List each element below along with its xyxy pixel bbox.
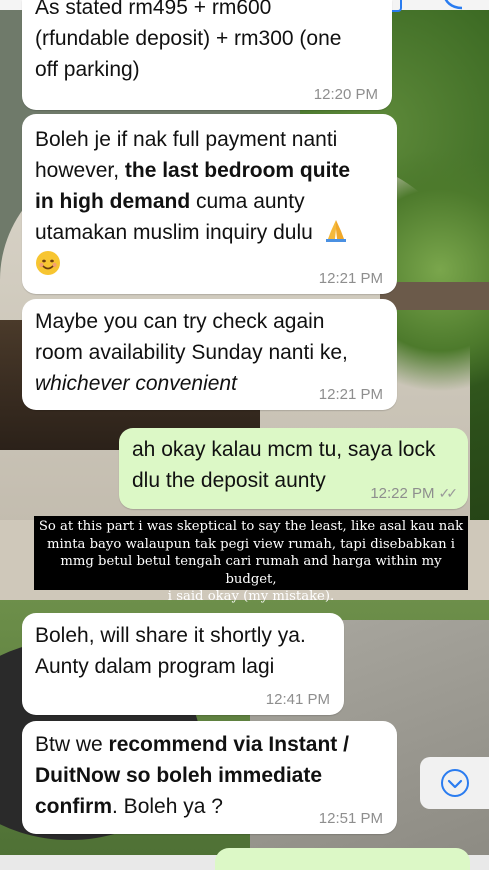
message-text-line: Aunty dalam program lagi <box>35 655 275 678</box>
message-text-line: Btw we recommend via Instant / <box>35 729 383 760</box>
message-text-line: ah okay kalau mcm tu, saya lock <box>132 438 436 461</box>
message-timestamp: 12:41 PM <box>265 691 330 708</box>
caption-overlay: So at this part i was skeptical to say t… <box>34 516 468 604</box>
message-timestamp: 12:21 PM <box>318 386 383 403</box>
message-text-line: off parking) <box>35 58 140 81</box>
message-text-line: in high demand cuma aunty <box>35 186 383 217</box>
message-bubble-incoming[interactable]: Boleh je if nak full payment nanti howev… <box>22 114 397 294</box>
message-text: . Boleh ya ? <box>112 795 223 818</box>
folded-hands-emoji <box>325 220 346 242</box>
message-text: cuma aunty <box>190 190 305 213</box>
message-text-bold: recommend via Instant / <box>108 733 349 756</box>
message-bubble-incoming[interactable]: Boleh, will share it shortly ya. Aunty d… <box>22 613 344 715</box>
caption-line: i said okay (my mistake). <box>167 589 335 604</box>
caption-line: mmg betul betul tengah cari rumah and ha… <box>60 554 442 587</box>
message-text-bold: DuitNow so boleh immediate <box>35 764 323 787</box>
message-text-bold: in high demand <box>35 190 191 213</box>
message-timestamp: 12:21 PM <box>318 270 383 287</box>
message-text-line: Maybe you can try check again <box>35 310 325 333</box>
message-timestamp-status: 12:22 PM ✓✓ <box>370 484 459 503</box>
message-text-line: (rfundable deposit) + rm300 (one <box>35 27 342 50</box>
message-text-bold: confirm <box>35 795 113 818</box>
message-timestamp: 12:20 PM <box>313 86 378 103</box>
message-text-bold: the last bedroom quite <box>124 159 351 182</box>
message-bubble-incoming[interactable]: Btw we recommend via Instant / DuitNow s… <box>22 721 397 834</box>
phone-call-icon[interactable] <box>440 0 466 10</box>
caption-line: minta bayo walaupun tak pegi view rumah,… <box>47 536 455 552</box>
message-text-line: room availability Sunday nanti ke, <box>35 341 348 364</box>
message-text: Btw we <box>35 733 109 756</box>
message-text-line: utamakan muslim inquiry dulu <box>35 217 383 248</box>
message-timestamp: 12:22 PM <box>370 485 435 502</box>
chevron-down-icon <box>440 769 469 797</box>
message-text: however, <box>35 159 125 182</box>
message-bubble-outgoing-partial[interactable] <box>215 848 470 870</box>
message-text: utamakan muslim inquiry dulu <box>35 221 313 244</box>
message-text-line: Boleh je if nak full payment nanti <box>35 128 338 151</box>
message-bubble-outgoing[interactable]: ah okay kalau mcm tu, saya lock dlu the … <box>119 428 468 509</box>
scroll-to-bottom-button[interactable] <box>420 757 489 809</box>
caption-line: So at this part i was skeptical to say t… <box>38 519 464 534</box>
double-check-icon: ✓✓ <box>438 485 459 501</box>
message-text-line: As stated rm495 + rm600 <box>35 0 272 19</box>
wallpaper-awning <box>380 282 489 310</box>
message-text-line: Boleh, will share it shortly ya. <box>35 624 306 647</box>
message-bubble-incoming[interactable]: Maybe you can try check again room avail… <box>22 299 397 410</box>
smiling-face-emoji <box>36 251 60 275</box>
message-timestamp: 12:51 PM <box>318 810 383 827</box>
message-text-line: however, the last bedroom quite <box>35 155 383 186</box>
message-bubble-incoming[interactable]: As stated rm495 + rm600 (rfundable depos… <box>22 0 392 110</box>
